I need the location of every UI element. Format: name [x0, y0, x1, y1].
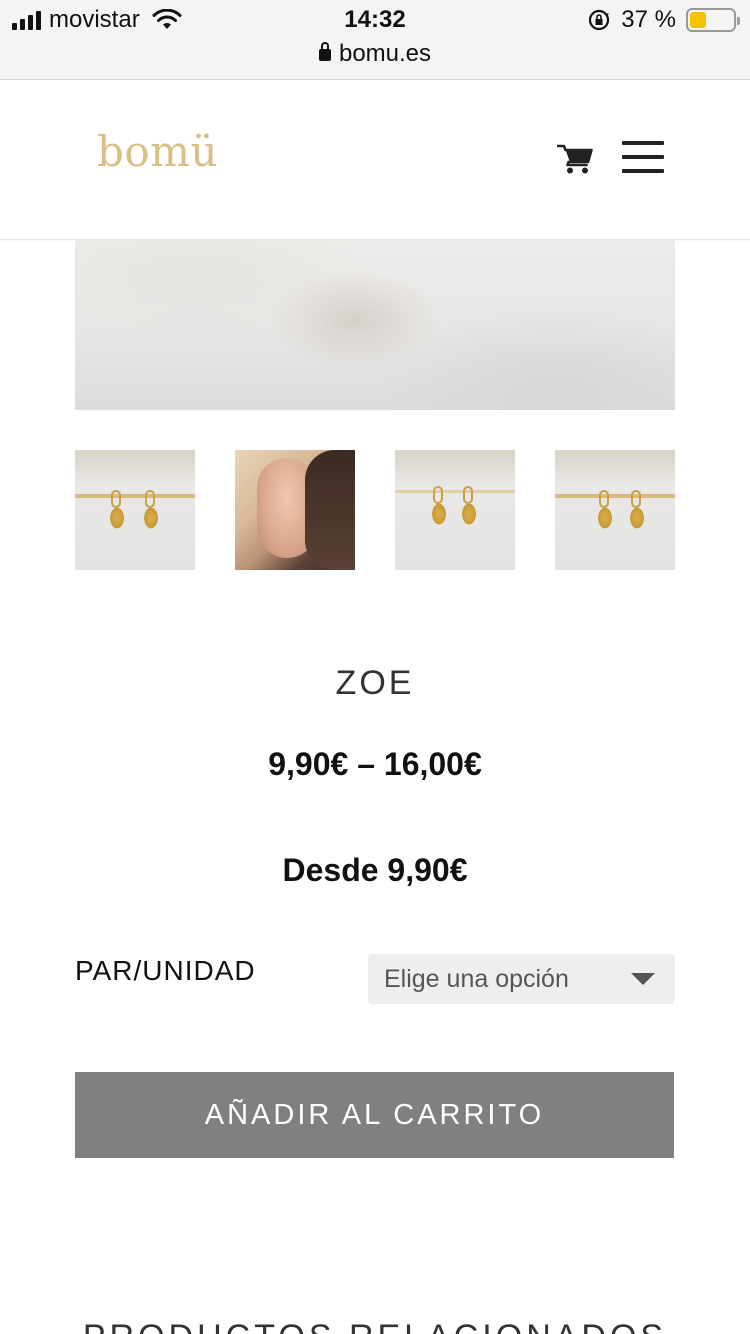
chevron-down-icon: [631, 973, 655, 985]
address-bar[interactable]: bomu.es: [0, 40, 750, 68]
url-text: bomu.es: [338, 40, 432, 67]
variant-select-value: Elige una opción: [384, 964, 569, 993]
add-to-cart-button[interactable]: AÑADIR AL CARRITO: [75, 1072, 674, 1158]
rotation-lock-icon: [589, 9, 610, 31]
battery-level: [690, 12, 706, 28]
status-bar: movistar 14:32 37 % bomu.es: [0, 0, 750, 80]
battery-percent: 37 %: [621, 6, 676, 33]
site-header: bomü: [0, 81, 750, 240]
variant-label: PAR/UNIDAD: [75, 955, 256, 986]
variant-select[interactable]: Elige una opción: [368, 954, 675, 1004]
thumbnail-4[interactable]: [555, 450, 675, 570]
cart-icon[interactable]: [557, 143, 593, 175]
product-title: ZOE: [335, 664, 415, 702]
thumbnail-2[interactable]: [235, 450, 355, 570]
thumbnail-gallery: [75, 450, 675, 570]
product-main-image[interactable]: [75, 240, 675, 410]
price-range: 9,90€ – 16,00€: [268, 746, 482, 782]
padlock-icon: [318, 42, 331, 61]
battery-icon: [686, 8, 740, 32]
battery-group: 37 %: [587, 6, 740, 34]
thumbnail-3[interactable]: [395, 450, 515, 570]
price-from: Desde 9,90€: [282, 852, 468, 888]
thumbnail-1[interactable]: [75, 450, 195, 570]
brand-logo[interactable]: bomü: [97, 127, 218, 176]
related-products-heading: PRODUCTOS RELACIONADOS: [0, 1318, 750, 1334]
menu-icon[interactable]: [622, 141, 664, 173]
